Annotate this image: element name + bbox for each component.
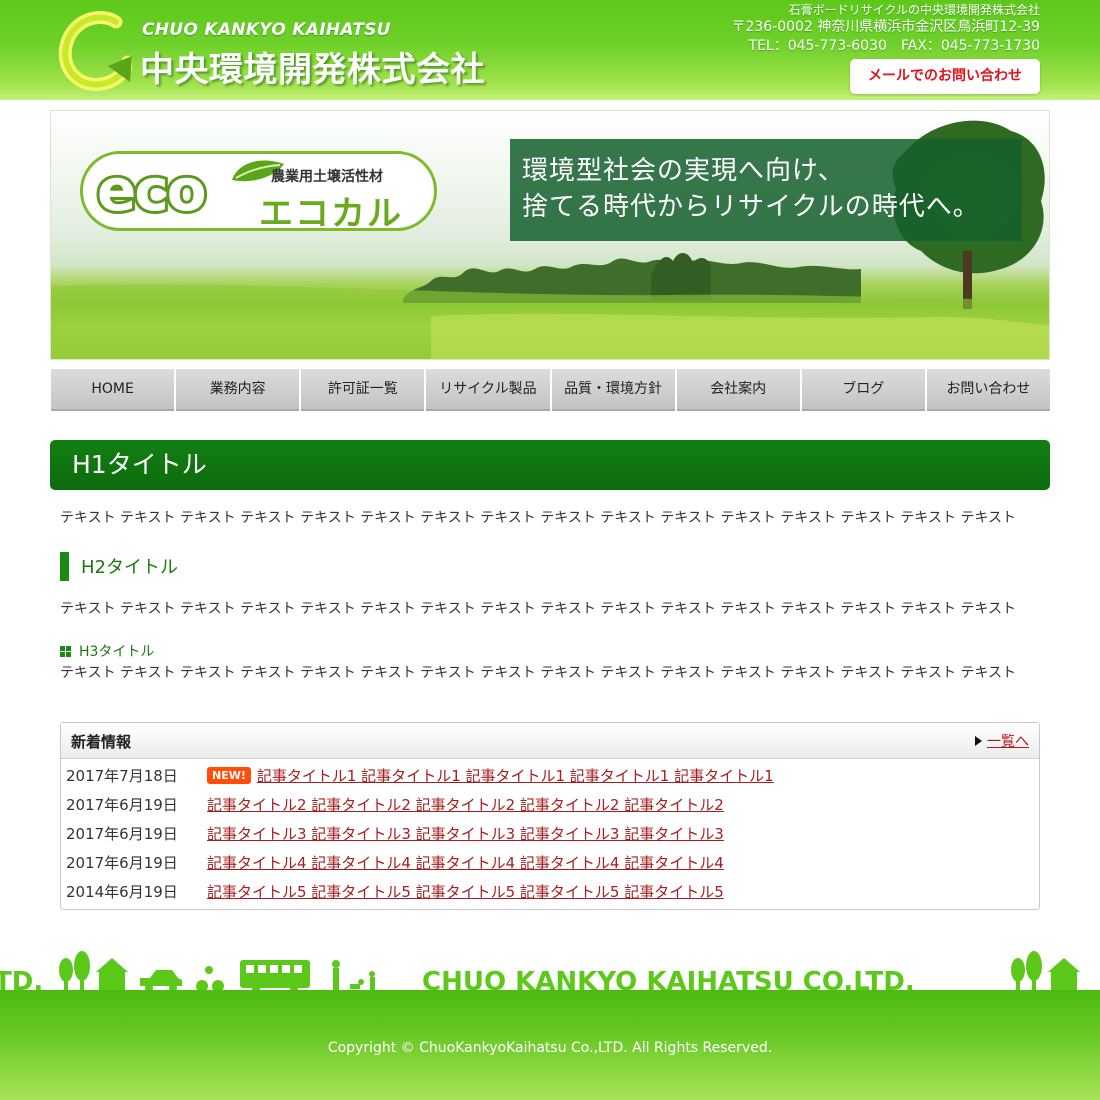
nav-blog[interactable]: ブログ: [801, 369, 925, 411]
mail-contact-button[interactable]: メールでのお問い合わせ: [850, 59, 1040, 94]
ecocal-name: エコカル: [259, 194, 403, 234]
news-item: 2017年6月19日 記事タイトル2 記事タイトル2 記事タイトル2 記事タイトル…: [66, 794, 724, 818]
news-header: 新着情報 一覧へ: [61, 723, 1039, 759]
car-icon: [140, 970, 182, 992]
ecocal-product-badge[interactable]: eco 農業用土壌活性材 エコカル: [80, 151, 437, 234]
news-link[interactable]: 記事タイトル5 記事タイトル5 記事タイトル5 記事タイトル5 記事タイトル5: [207, 883, 724, 901]
trees-icon: [59, 951, 90, 992]
company-address: 〒236-0002 神奈川県横浜市金沢区鳥浜町12-39: [731, 19, 1040, 35]
news-item: 2017年6月19日 記事タイトル4 記事タイトル4 記事タイトル4 記事タイトル…: [66, 852, 724, 876]
news-link[interactable]: 記事タイトル4 記事タイトル4 記事タイトル4 記事タイトル4 記事タイトル4: [207, 854, 724, 872]
ecocal-subtitle: 農業用土壌活性材: [271, 169, 383, 185]
cyclist-icon: [196, 966, 224, 992]
house-icon: [1048, 958, 1080, 992]
news-date: 2017年7月18日: [66, 767, 178, 785]
copyright-text: Copyright © ChuoKankyoKaihatsu Co.,LTD. …: [327, 1040, 773, 1056]
nav-contact[interactable]: お問い合わせ: [926, 369, 1050, 411]
bus-icon: [240, 960, 310, 993]
news-link[interactable]: 記事タイトル1 記事タイトル1 記事タイトル1 記事タイトル1 記事タイトル1: [257, 767, 774, 785]
nav-home[interactable]: HOME: [51, 369, 175, 411]
nav-quality-policy[interactable]: 品質・環境方針: [551, 369, 675, 411]
news-date: 2017年6月19日: [66, 854, 178, 872]
nav-services[interactable]: 業務内容: [176, 369, 300, 411]
catch-line-2: 捨てる時代からリサイクルの時代へ。: [522, 192, 980, 222]
footer-town-band: TD. CHUO KANKYO KAIHATSU CO.LTD.: [0, 951, 1080, 994]
site-footer: Copyright © ChuoKankyoKaihatsu Co.,LTD. …: [0, 990, 1100, 1100]
news-date: 2014年6月19日: [66, 883, 178, 901]
news-item: 2014年6月19日 記事タイトル5 記事タイトル5 記事タイトル5 記事タイトル…: [66, 881, 724, 905]
new-badge: NEW!: [207, 767, 251, 784]
news-date: 2017年6月19日: [66, 825, 178, 843]
company-info: 石膏ボードリサイクルの中央環境開発株式会社 〒236-0002 神奈川県横浜市金…: [731, 2, 1040, 56]
nav-licenses[interactable]: 許可証一覧: [301, 369, 425, 411]
grid-bullet-icon: [60, 646, 71, 657]
catch-line-1: 環境型社会の実現へ向け、: [522, 156, 845, 186]
news-link[interactable]: 記事タイトル2 記事タイトル2 記事タイトル2 記事タイトル2 記事タイトル2: [207, 796, 724, 814]
news-link[interactable]: 記事タイトル3 記事タイトル3 記事タイトル3 記事タイトル3 記事タイトル3: [207, 825, 724, 843]
logo-japanese[interactable]: 中央環境開発株式会社: [140, 42, 485, 91]
logo-english[interactable]: CHUO KANKYO KAIHATSU: [142, 20, 391, 40]
company-tel-fax: TEL：045-773-6030 FAX：045-773-1730: [748, 38, 1040, 54]
global-nav: HOME 業務内容 許可証一覧 リサイクル製品 品質・環境方針 会社案内 ブログ…: [51, 369, 1050, 411]
body-text-1: テキスト テキスト テキスト テキスト テキスト テキスト テキスト テキスト …: [60, 510, 1017, 526]
news-box: 新着情報 一覧へ 2017年7月18日 NEW! 記事タイトル1 記事タイトル1 記…: [60, 722, 1040, 910]
logo-arrow-icon[interactable]: [58, 8, 132, 92]
h3-label: H3タイトル: [79, 644, 155, 660]
hero-banner: eco 農業用土壌活性材 エコカル 環境型社会の実現へ向け、 捨てる時代からリサ…: [50, 110, 1050, 360]
house-icon: [96, 958, 128, 992]
section-title-h3: H3タイトル: [60, 641, 154, 661]
trees-icon: [1011, 951, 1042, 992]
news-list-link[interactable]: 一覧へ: [987, 731, 1029, 751]
body-text-2: テキスト テキスト テキスト テキスト テキスト テキスト テキスト テキスト …: [60, 601, 1017, 617]
site-header: CHUO KANKYO KAIHATSU 中央環境開発株式会社 石膏ボードリサイ…: [0, 0, 1100, 100]
news-date: 2017年6月19日: [66, 796, 178, 814]
news-title: 新着情報: [71, 733, 132, 751]
page-title-h1: H1タイトル: [50, 440, 1050, 490]
section-title-h2: H2タイトル: [60, 552, 178, 581]
eco-word: eco: [94, 153, 210, 227]
hero-catchphrase: 環境型社会の実現へ向け、 捨てる時代からリサイクルの時代へ。: [510, 139, 1022, 241]
nav-recycled-products[interactable]: リサイクル製品: [426, 369, 550, 411]
news-item: 2017年6月19日 記事タイトル3 記事タイトル3 記事タイトル3 記事タイトル…: [66, 823, 724, 847]
body-text-3: テキスト テキスト テキスト テキスト テキスト テキスト テキスト テキスト …: [60, 665, 1017, 681]
people-walking-icon: [332, 960, 375, 990]
news-item: 2017年7月18日 NEW! 記事タイトル1 記事タイトル1 記事タイトル1 記事…: [66, 765, 774, 789]
nav-company[interactable]: 会社案内: [676, 369, 800, 411]
header-tagline: 石膏ボードリサイクルの中央環境開発株式会社: [788, 3, 1040, 17]
triangle-right-icon: [975, 736, 982, 746]
